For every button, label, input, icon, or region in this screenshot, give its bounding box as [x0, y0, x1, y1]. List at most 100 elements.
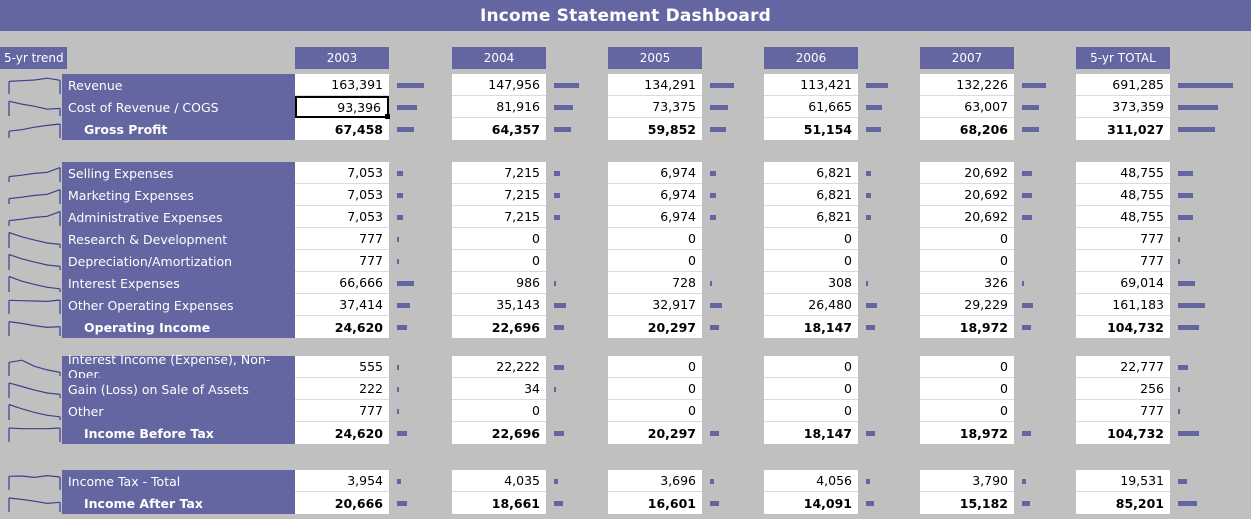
cell-2004[interactable]: 7,215: [452, 206, 546, 228]
cell-5-yr-total[interactable]: 311,027: [1076, 118, 1170, 140]
cell-2004[interactable]: 35,143: [452, 294, 546, 316]
cell-2005[interactable]: 134,291: [608, 74, 702, 96]
cell-5-yr-total[interactable]: 777: [1076, 228, 1170, 250]
cell-2003[interactable]: 222: [295, 378, 389, 400]
cell-2004[interactable]: 64,357: [452, 118, 546, 140]
cell-2003[interactable]: 93,396: [295, 96, 390, 119]
cell-2007[interactable]: 29,229: [920, 294, 1014, 316]
fill-handle[interactable]: [385, 114, 390, 119]
cell-2003[interactable]: 777: [295, 250, 389, 272]
cell-2003[interactable]: 7,053: [295, 162, 389, 184]
cell-2007[interactable]: 0: [920, 250, 1014, 272]
cell-2003[interactable]: 20,666: [295, 492, 389, 514]
cell-2004[interactable]: 18,661: [452, 492, 546, 514]
cell-2004[interactable]: 147,956: [452, 74, 546, 96]
cell-2007[interactable]: 3,790: [920, 470, 1014, 492]
cell-2003[interactable]: 66,666: [295, 272, 389, 294]
cell-2006[interactable]: 6,821: [764, 162, 858, 184]
cell-2006[interactable]: 4,056: [764, 470, 858, 492]
cell-2003[interactable]: 24,620: [295, 316, 389, 338]
column-header-2005[interactable]: 2005: [608, 47, 702, 69]
cell-5-yr-total[interactable]: 85,201: [1076, 492, 1170, 514]
cell-2005[interactable]: 6,974: [608, 206, 702, 228]
column-header-2004[interactable]: 2004: [452, 47, 546, 69]
cell-5-yr-total[interactable]: 691,285: [1076, 74, 1170, 96]
cell-2006[interactable]: 18,147: [764, 316, 858, 338]
cell-2007[interactable]: 20,692: [920, 206, 1014, 228]
column-header-2007[interactable]: 2007: [920, 47, 1014, 69]
cell-5-yr-total[interactable]: 373,359: [1076, 96, 1170, 118]
cell-2004[interactable]: 7,215: [452, 162, 546, 184]
cell-2003[interactable]: 777: [295, 228, 389, 250]
cell-2004[interactable]: 7,215: [452, 184, 546, 206]
cell-5-yr-total[interactable]: 19,531: [1076, 470, 1170, 492]
cell-5-yr-total[interactable]: 161,183: [1076, 294, 1170, 316]
cell-2006[interactable]: 18,147: [764, 422, 858, 444]
cell-2004[interactable]: 81,916: [452, 96, 546, 118]
cell-2007[interactable]: 18,972: [920, 422, 1014, 444]
cell-2006[interactable]: 0: [764, 250, 858, 272]
cell-2003[interactable]: 163,391: [295, 74, 389, 96]
cell-2003[interactable]: 7,053: [295, 206, 389, 228]
cell-2006[interactable]: 6,821: [764, 184, 858, 206]
cell-2004[interactable]: 34: [452, 378, 546, 400]
cell-2007[interactable]: 15,182: [920, 492, 1014, 514]
cell-2005[interactable]: 0: [608, 400, 702, 422]
cell-2005[interactable]: 728: [608, 272, 702, 294]
cell-2003[interactable]: 555: [295, 356, 389, 378]
cell-2007[interactable]: 63,007: [920, 96, 1014, 118]
cell-2004[interactable]: 22,696: [452, 422, 546, 444]
cell-2005[interactable]: 59,852: [608, 118, 702, 140]
cell-2007[interactable]: 0: [920, 400, 1014, 422]
cell-5-yr-total[interactable]: 256: [1076, 378, 1170, 400]
cell-5-yr-total[interactable]: 48,755: [1076, 206, 1170, 228]
cell-2004[interactable]: 4,035: [452, 470, 546, 492]
column-header-2003[interactable]: 2003: [295, 47, 389, 69]
cell-5-yr-total[interactable]: 48,755: [1076, 162, 1170, 184]
cell-5-yr-total[interactable]: 48,755: [1076, 184, 1170, 206]
cell-2006[interactable]: 0: [764, 228, 858, 250]
cell-2005[interactable]: 6,974: [608, 184, 702, 206]
cell-2006[interactable]: 308: [764, 272, 858, 294]
cell-2006[interactable]: 0: [764, 400, 858, 422]
cell-2004[interactable]: 0: [452, 250, 546, 272]
cell-2007[interactable]: 0: [920, 378, 1014, 400]
cell-2007[interactable]: 68,206: [920, 118, 1014, 140]
cell-2005[interactable]: 73,375: [608, 96, 702, 118]
cell-2003[interactable]: 777: [295, 400, 389, 422]
cell-2007[interactable]: 326: [920, 272, 1014, 294]
cell-5-yr-total[interactable]: 777: [1076, 250, 1170, 272]
cell-2006[interactable]: 113,421: [764, 74, 858, 96]
cell-2005[interactable]: 0: [608, 356, 702, 378]
cell-2005[interactable]: 6,974: [608, 162, 702, 184]
cell-2004[interactable]: 0: [452, 228, 546, 250]
cell-5-yr-total[interactable]: 104,732: [1076, 422, 1170, 444]
cell-2006[interactable]: 0: [764, 356, 858, 378]
cell-2007[interactable]: 20,692: [920, 162, 1014, 184]
cell-2006[interactable]: 51,154: [764, 118, 858, 140]
cell-2004[interactable]: 22,696: [452, 316, 546, 338]
cell-2007[interactable]: 18,972: [920, 316, 1014, 338]
cell-5-yr-total[interactable]: 22,777: [1076, 356, 1170, 378]
cell-5-yr-total[interactable]: 777: [1076, 400, 1170, 422]
cell-2004[interactable]: 986: [452, 272, 546, 294]
cell-2003[interactable]: 67,458: [295, 118, 389, 140]
cell-2006[interactable]: 0: [764, 378, 858, 400]
cell-2004[interactable]: 22,222: [452, 356, 546, 378]
cell-2005[interactable]: 0: [608, 250, 702, 272]
cell-5-yr-total[interactable]: 104,732: [1076, 316, 1170, 338]
column-header-5-yr-total[interactable]: 5-yr TOTAL: [1076, 47, 1170, 69]
cell-2007[interactable]: 20,692: [920, 184, 1014, 206]
cell-2007[interactable]: 0: [920, 356, 1014, 378]
cell-2004[interactable]: 0: [452, 400, 546, 422]
cell-2007[interactable]: 0: [920, 228, 1014, 250]
cell-2003[interactable]: 37,414: [295, 294, 389, 316]
cell-2003[interactable]: 7,053: [295, 184, 389, 206]
cell-2006[interactable]: 6,821: [764, 206, 858, 228]
cell-2005[interactable]: 20,297: [608, 316, 702, 338]
cell-2003[interactable]: 3,954: [295, 470, 389, 492]
cell-2006[interactable]: 26,480: [764, 294, 858, 316]
cell-2005[interactable]: 20,297: [608, 422, 702, 444]
cell-2005[interactable]: 16,601: [608, 492, 702, 514]
cell-2005[interactable]: 0: [608, 228, 702, 250]
